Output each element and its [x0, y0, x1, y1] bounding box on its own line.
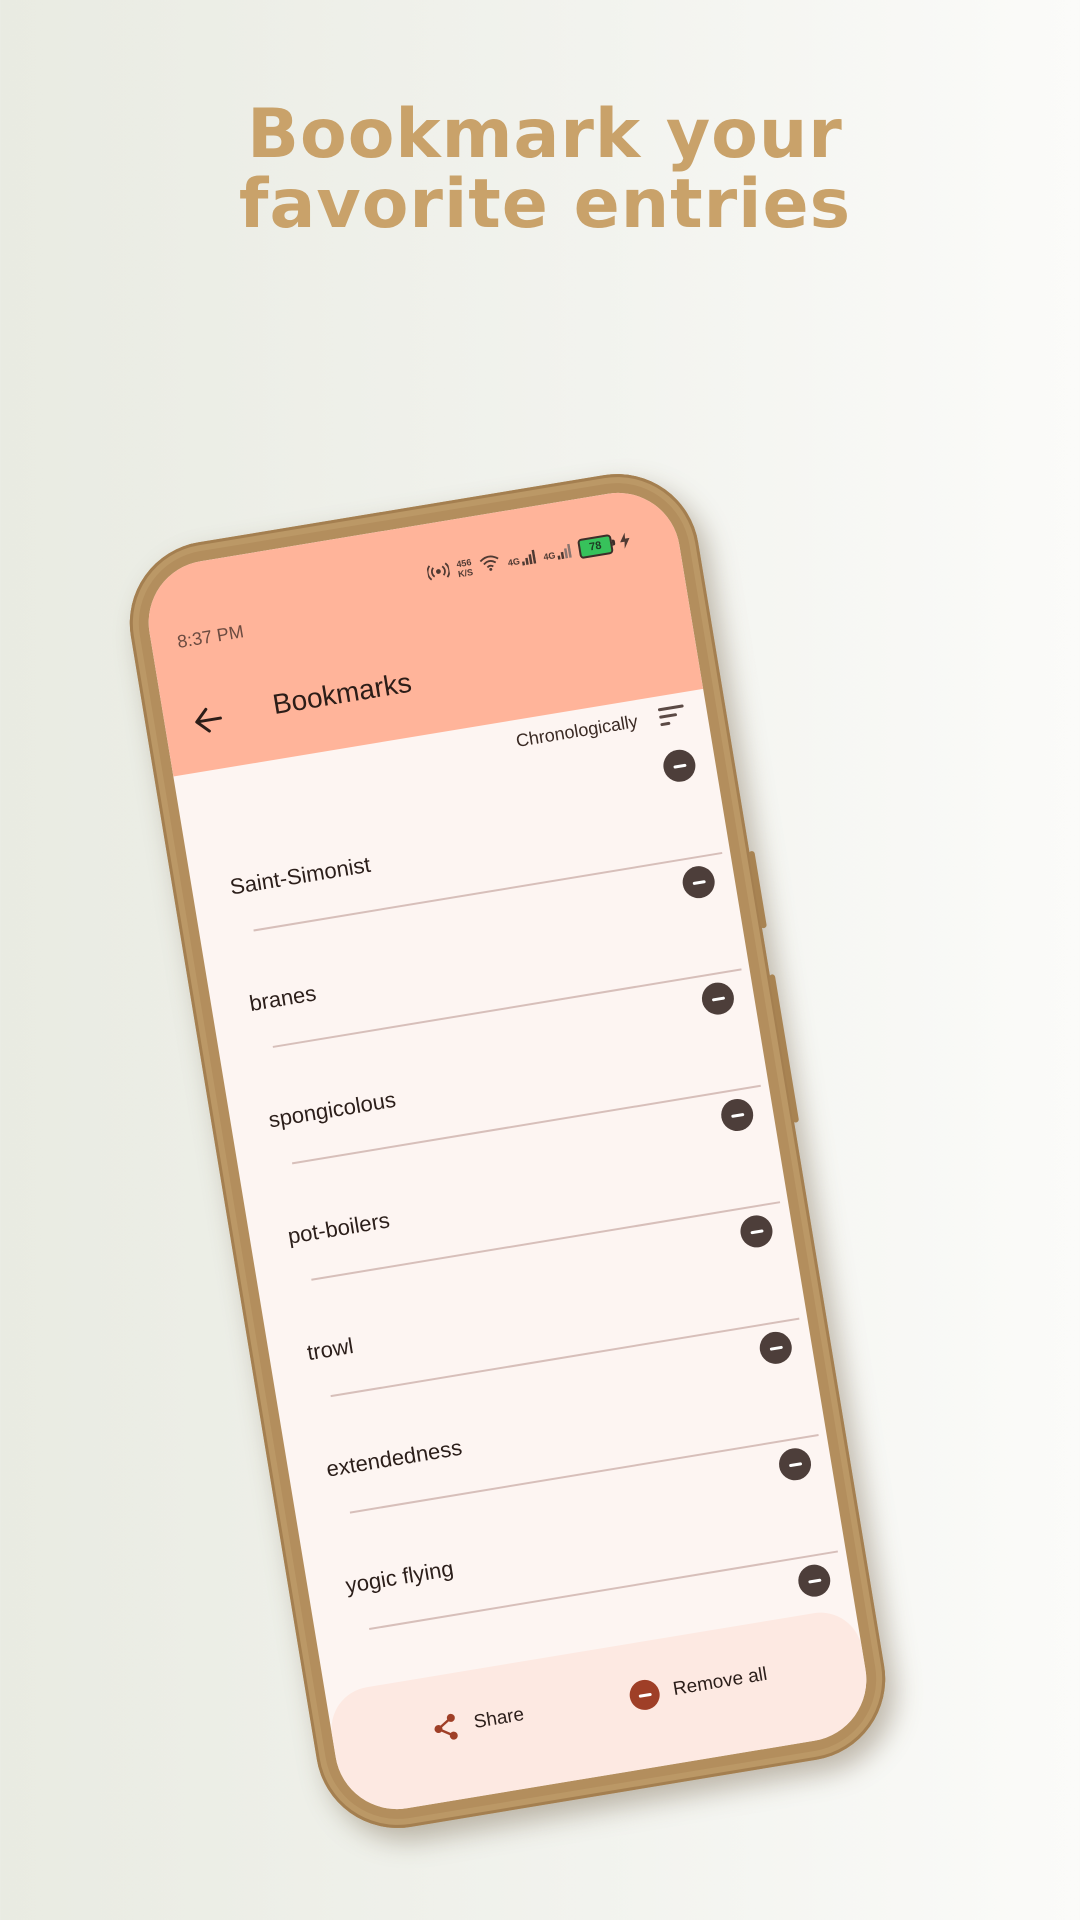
- battery-level: 78: [588, 539, 603, 554]
- remove-bookmark-button[interactable]: [757, 1329, 795, 1367]
- minus-icon: [769, 1345, 783, 1351]
- remove-all-button[interactable]: Remove all: [627, 1660, 769, 1713]
- signal-strength-2: 4G: [542, 543, 572, 563]
- remove-bookmark-button[interactable]: [660, 747, 698, 785]
- power-button: [768, 973, 800, 1123]
- bookmark-label[interactable]: yogic flying: [344, 1556, 456, 1599]
- bookmark-label[interactable]: Saint-Simonist: [228, 852, 372, 901]
- signal-icon: [557, 543, 572, 560]
- headline-line-2: favorite entries: [238, 165, 852, 244]
- page-title: Bookmarks: [270, 666, 414, 721]
- signal-icon: [521, 549, 537, 566]
- minus-icon: [807, 1578, 821, 1584]
- minus-icon: [638, 1692, 652, 1698]
- remove-bookmark-button[interactable]: [699, 980, 737, 1017]
- sort-icon[interactable]: [657, 702, 686, 728]
- share-label[interactable]: Share: [472, 1704, 526, 1734]
- bookmark-label[interactable]: extendedness: [325, 1435, 464, 1483]
- remove-bookmark-button[interactable]: [680, 863, 718, 901]
- phone-frame: 8:37 PM 456 K/S 4G 4G 78 Bookmarks Chron…: [117, 461, 898, 1841]
- share-button[interactable]: Share: [428, 1700, 526, 1745]
- bookmark-list: Saint-Simonist branes spongicolous pot-b…: [182, 742, 866, 1761]
- minus-icon: [711, 996, 725, 1002]
- headline-line-1: Bookmark your: [247, 95, 843, 174]
- wifi-icon: [478, 553, 501, 575]
- network-type-1: 4G: [507, 556, 521, 568]
- back-button[interactable]: [186, 697, 232, 743]
- remove-all-icon: [627, 1677, 662, 1713]
- bookmark-label[interactable]: trowl: [305, 1333, 355, 1366]
- network-speed: 456 K/S: [456, 557, 474, 579]
- headline: Bookmark your favorite entries: [0, 100, 1080, 240]
- minus-icon: [749, 1228, 764, 1234]
- network-speed-unit: K/S: [457, 566, 474, 580]
- share-icon: [434, 1713, 458, 1740]
- remove-bookmark-button[interactable]: [718, 1096, 756, 1134]
- minus-icon: [730, 1112, 744, 1118]
- arrow-left-icon: [195, 707, 222, 733]
- remove-all-label[interactable]: Remove all: [671, 1664, 768, 1701]
- volume-button: [748, 850, 768, 929]
- status-icons: 456 K/S 4G 4G 78: [426, 531, 632, 584]
- battery-icon: 78: [577, 533, 614, 560]
- remove-bookmark-button[interactable]: [738, 1213, 775, 1250]
- bookmark-label[interactable]: branes: [247, 980, 318, 1017]
- remove-bookmark-button[interactable]: [776, 1445, 814, 1483]
- charging-icon: [619, 531, 632, 551]
- phone-screen: 8:37 PM 456 K/S 4G 4G 78 Bookmarks Chron…: [139, 483, 876, 1819]
- network-type-2: 4G: [542, 550, 557, 563]
- minus-icon: [788, 1461, 802, 1467]
- bookmark-label[interactable]: spongicolous: [267, 1087, 398, 1134]
- status-time: 8:37 PM: [175, 621, 246, 652]
- hotspot-icon: [426, 561, 451, 583]
- remove-bookmark-button[interactable]: [795, 1562, 833, 1600]
- bookmark-label[interactable]: pot-boilers: [286, 1207, 392, 1249]
- minus-icon: [672, 763, 687, 769]
- minus-icon: [692, 879, 706, 885]
- signal-strength-1: 4G: [506, 549, 537, 568]
